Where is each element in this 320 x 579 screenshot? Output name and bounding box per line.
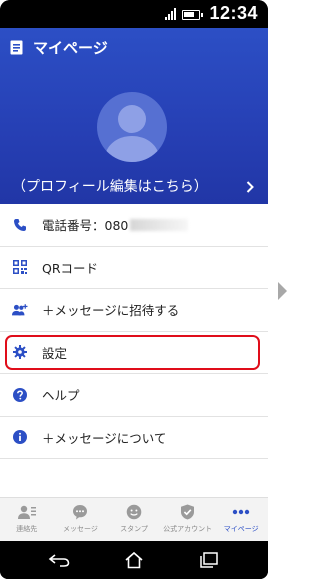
qr-code-icon — [12, 259, 28, 275]
next-step-arrow-icon — [278, 282, 287, 300]
menu-item-about[interactable]: ＋メッセージについて — [0, 417, 268, 459]
menu-item-invite[interactable]: ＋メッセージに招待する — [0, 289, 268, 332]
menu-item-label: ＋メッセージに招待する — [42, 303, 180, 319]
tab-label: 公式アカウント — [163, 525, 213, 533]
battery-icon — [182, 10, 203, 20]
menu-item-phone[interactable]: 電話番号：080 — [0, 204, 268, 247]
phone-number-text: 電話番号：080 — [42, 218, 129, 234]
sticker-icon — [125, 504, 143, 520]
tab-my-page[interactable]: マイページ — [214, 498, 268, 541]
page-title: マイページ — [33, 39, 108, 57]
tab-messages[interactable]: メッセージ — [54, 498, 108, 541]
chevron-right-icon — [246, 178, 254, 197]
menu-item-help[interactable]: ヘルプ — [0, 374, 268, 417]
menu-list: 電話番号：080 QRコード ＋メッセージに招待する 設定 ヘルプ ＋メッセージ… — [0, 204, 268, 497]
back-icon[interactable] — [46, 550, 72, 570]
menu-item-settings[interactable]: 設定 — [0, 332, 268, 374]
tab-label: 連絡先 — [16, 525, 38, 533]
gear-icon — [12, 344, 28, 360]
menu-item-label: ＋メッセージについて — [42, 430, 167, 446]
tab-label: メッセージ — [62, 525, 98, 533]
tab-label: マイページ — [223, 525, 259, 533]
bottom-tab-bar: 連絡先 メッセージ スタンプ 公式アカウント マイページ — [0, 497, 268, 541]
add-people-icon — [12, 302, 28, 318]
shield-check-icon — [179, 504, 197, 520]
status-icons — [165, 8, 203, 20]
person-icon — [105, 105, 159, 162]
document-icon — [10, 40, 23, 55]
recent-apps-icon[interactable] — [196, 550, 222, 570]
avatar[interactable] — [97, 92, 167, 162]
info-icon — [12, 429, 28, 445]
masked-phone-digits — [130, 219, 189, 232]
profile-edit-label: （プロフィール編集はこちら） — [12, 179, 208, 195]
menu-item-qr-code[interactable]: QRコード — [0, 247, 268, 289]
more-dots-icon — [232, 504, 250, 520]
menu-item-label: QRコード — [42, 260, 99, 276]
phone-icon — [12, 217, 28, 233]
help-icon — [12, 387, 28, 403]
profile-edit-link[interactable]: （プロフィール編集はこちら） — [6, 174, 262, 198]
tab-contacts[interactable]: 連絡先 — [0, 498, 54, 541]
menu-item-label: 設定 — [42, 345, 68, 361]
menu-item-label: 電話番号：080 — [42, 215, 189, 234]
home-icon[interactable] — [121, 550, 147, 570]
tab-official-accounts[interactable]: 公式アカウント — [161, 498, 215, 541]
status-bar: 12:34 — [0, 0, 268, 28]
chat-bubble-icon — [71, 504, 89, 520]
system-nav-bar — [0, 541, 268, 579]
phone-frame: 12:34 マイページ （プロフィール編集はこちら） 電話番号：080 QRコー… — [0, 0, 268, 579]
header-title-row: マイページ — [10, 37, 108, 58]
tab-label: スタンプ — [120, 525, 148, 533]
tab-stickers[interactable]: スタンプ — [107, 498, 161, 541]
signal-icon — [165, 8, 176, 20]
profile-header: マイページ （プロフィール編集はこちら） — [0, 28, 268, 204]
menu-item-label: ヘルプ — [42, 388, 80, 404]
battery-fill — [184, 12, 195, 17]
contacts-icon — [17, 504, 36, 520]
clock: 12:34 — [209, 3, 258, 23]
